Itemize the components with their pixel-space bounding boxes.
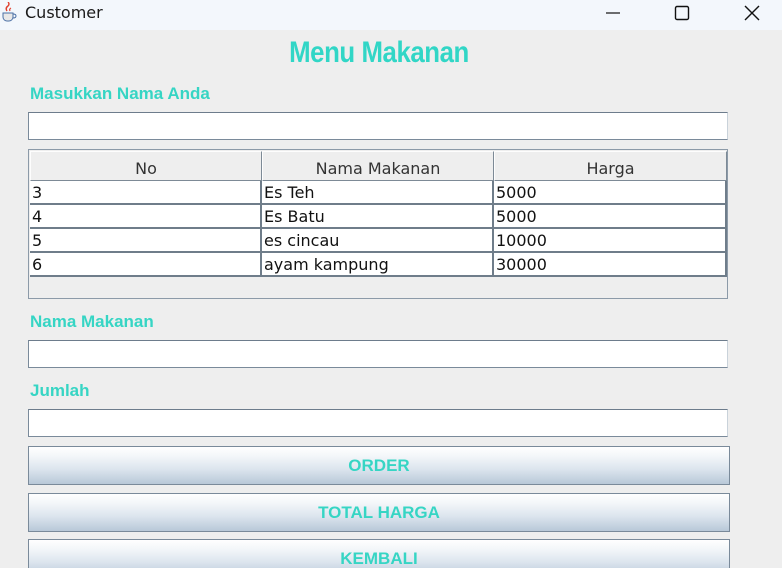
menu-table[interactable]: No Nama Makanan Harga 3 Es Teh 5000 4 Es… [28, 149, 728, 299]
column-header-price[interactable]: Harga [494, 151, 727, 181]
customer-name-input[interactable] [28, 112, 728, 140]
cell-food-name[interactable]: ayam kampung [262, 253, 494, 277]
cell-no[interactable]: 3 [30, 181, 262, 205]
cell-no[interactable]: 6 [30, 253, 262, 277]
table-row[interactable]: 3 Es Teh 5000 [30, 181, 727, 205]
window-title: Customer [25, 3, 103, 22]
table-row[interactable]: 5 es cincau 10000 [30, 229, 727, 253]
minimize-button[interactable] [590, 0, 636, 26]
quantity-label: Jumlah [30, 381, 90, 400]
table-row[interactable]: 4 Es Batu 5000 [30, 205, 727, 229]
cell-price[interactable]: 5000 [494, 205, 727, 229]
customer-name-label: Masukkan Nama Anda [30, 84, 210, 103]
column-header-food-name[interactable]: Nama Makanan [262, 151, 494, 181]
cell-price[interactable]: 30000 [494, 253, 727, 277]
food-name-input[interactable] [28, 340, 728, 368]
close-icon [744, 5, 760, 21]
table-row[interactable]: 6 ayam kampung 30000 [30, 253, 727, 277]
total-price-button[interactable]: TOTAL HARGA [28, 493, 730, 532]
title-bar: Customer [0, 0, 782, 30]
cell-no[interactable]: 5 [30, 229, 262, 253]
cell-food-name[interactable]: es cincau [262, 229, 494, 253]
close-button[interactable] [729, 0, 775, 26]
minimize-icon [606, 12, 620, 14]
cell-food-name[interactable]: Es Teh [262, 181, 494, 205]
back-button[interactable]: KEMBALI [28, 539, 730, 568]
order-button[interactable]: ORDER [28, 446, 730, 485]
food-name-label: Nama Makanan [30, 312, 154, 331]
quantity-input[interactable] [28, 409, 728, 437]
maximize-icon [674, 5, 690, 21]
cell-price[interactable]: 10000 [494, 229, 727, 253]
maximize-button[interactable] [659, 0, 705, 26]
cell-food-name[interactable]: Es Batu [262, 205, 494, 229]
java-cup-icon [2, 2, 17, 22]
cell-price[interactable]: 5000 [494, 181, 727, 205]
table-header: No Nama Makanan Harga [30, 151, 727, 181]
cell-no[interactable]: 4 [30, 205, 262, 229]
table-body: 3 Es Teh 5000 4 Es Batu 5000 5 es cincau… [30, 181, 727, 277]
page-title: Menu Makanan [289, 36, 469, 69]
column-header-no[interactable]: No [30, 151, 262, 181]
